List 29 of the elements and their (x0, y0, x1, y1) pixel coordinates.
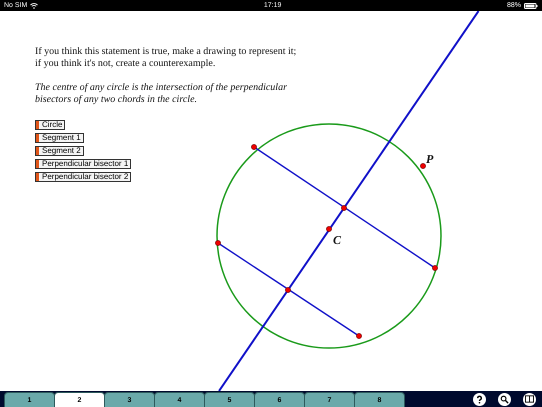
circle[interactable] (216, 123, 442, 349)
search-icon (500, 394, 509, 404)
chord-segment[interactable] (254, 146, 436, 269)
object-toggle[interactable]: Segment 2 (35, 146, 84, 156)
book-button[interactable] (523, 392, 536, 406)
instruction-text: if you think it's not, create a counterexample. (35, 58, 216, 70)
instruction-text: If you think this statement is true, make a drawing to represent it; (35, 46, 298, 58)
help-icon (475, 394, 484, 404)
point[interactable] (420, 163, 426, 169)
object-toggle[interactable]: Segment 1 (35, 133, 84, 143)
point[interactable] (432, 265, 438, 271)
wifi-icon (30, 2, 38, 8)
object-toggle[interactable]: Perpendicular bisector 2 (35, 172, 132, 182)
object-toggle[interactable]: Circle (35, 120, 66, 130)
point[interactable] (356, 333, 362, 339)
point-label: C (333, 233, 342, 247)
point[interactable] (215, 240, 221, 246)
battery-icon (524, 2, 538, 8)
help-button[interactable] (473, 392, 486, 406)
point[interactable] (285, 287, 291, 293)
book-icon (525, 395, 534, 403)
point-label: P (426, 152, 434, 166)
object-toggle[interactable]: Perpendicular bisector 1 (35, 159, 132, 169)
point[interactable] (251, 144, 257, 150)
point[interactable] (326, 226, 332, 232)
statement-text: The centre of any circle is the intersection of the perpendicular (35, 82, 288, 94)
point[interactable] (341, 205, 347, 211)
search-button[interactable] (498, 392, 511, 406)
statement-text: bisectors of any two chords in the circle. (35, 94, 198, 106)
